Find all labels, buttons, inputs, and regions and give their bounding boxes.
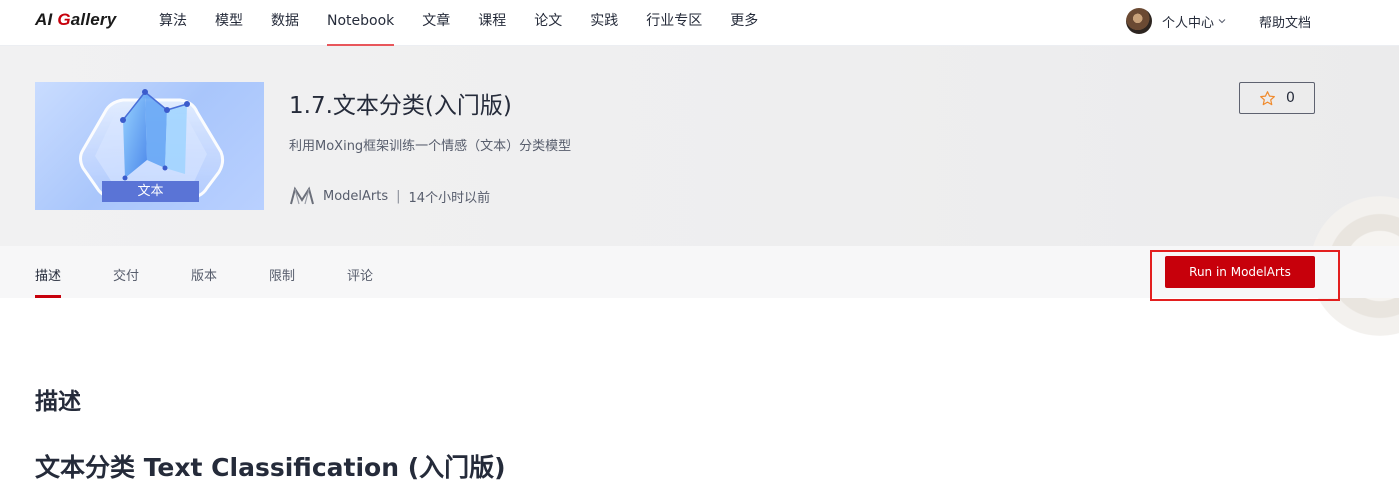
- nav-item-practice[interactable]: 实践: [576, 0, 632, 46]
- asset-header: 文本 1.7.文本分类(入门版) 利用MoXing框架训练一个情感（文本）分类模…: [0, 46, 1399, 336]
- user-center-menu[interactable]: 个人中心: [1126, 8, 1226, 34]
- nav-item-courses[interactable]: 课程: [464, 0, 520, 46]
- nav-item-models[interactable]: 模型: [201, 0, 257, 46]
- modelarts-logo-icon: [290, 186, 314, 205]
- ai-gallery-logo[interactable]: AI Gallery: [35, 10, 116, 30]
- nav-item-algorithms[interactable]: 算法: [145, 0, 201, 46]
- nav-item-papers[interactable]: 论文: [520, 0, 576, 46]
- nav-item-data[interactable]: 数据: [257, 0, 313, 46]
- asset-description: 利用MoXing框架训练一个情感（文本）分类模型: [289, 139, 572, 154]
- nav-item-more[interactable]: 更多: [716, 0, 772, 46]
- tab-versions[interactable]: 版本: [191, 246, 217, 298]
- updated-time: 14个小时以前: [408, 190, 491, 206]
- tab-description[interactable]: 描述: [35, 246, 62, 298]
- asset-title: 1.7.文本分类(入门版): [289, 93, 512, 119]
- avatar[interactable]: [1126, 8, 1152, 34]
- top-navbar: AI Gallery 算法 模型 数据 Notebook 文章 课程 论文 实践…: [0, 0, 1399, 46]
- star-icon: [1260, 90, 1275, 105]
- help-docs-link[interactable]: 帮助文档: [1259, 12, 1311, 31]
- logo-text-g: G: [57, 10, 71, 29]
- tab-restrictions[interactable]: 限制: [269, 246, 295, 298]
- tab-comments[interactable]: 评论: [347, 246, 373, 298]
- content-subtitle: 文本分类 Text Classification (入门版): [35, 453, 506, 482]
- user-center-label[interactable]: 个人中心: [1162, 12, 1214, 31]
- asset-thumbnail: 文本: [35, 82, 264, 210]
- nav-item-articles[interactable]: 文章: [408, 0, 464, 46]
- publisher-name[interactable]: ModelArts: [323, 189, 388, 204]
- section-title: 描述: [35, 389, 81, 415]
- logo-text-a: AI: [35, 10, 58, 29]
- asset-meta: ModelArts | 14个小时以前: [289, 186, 490, 206]
- nav-item-notebook[interactable]: Notebook: [313, 0, 408, 46]
- nav-item-industry[interactable]: 行业专区: [632, 0, 716, 46]
- main-nav: 算法 模型 数据 Notebook 文章 课程 论文 实践 行业专区 更多: [145, 0, 772, 46]
- favorite-count: 0: [1286, 90, 1295, 106]
- favorite-button[interactable]: 0: [1239, 82, 1315, 114]
- tab-delivery[interactable]: 交付: [113, 246, 139, 298]
- run-in-modelarts-button[interactable]: Run in ModelArts: [1165, 256, 1315, 288]
- logo-text-b: allery: [70, 10, 117, 29]
- chevron-down-icon: [1218, 19, 1226, 24]
- thumbnail-label: 文本: [137, 184, 164, 199]
- meta-separator: |: [396, 188, 401, 204]
